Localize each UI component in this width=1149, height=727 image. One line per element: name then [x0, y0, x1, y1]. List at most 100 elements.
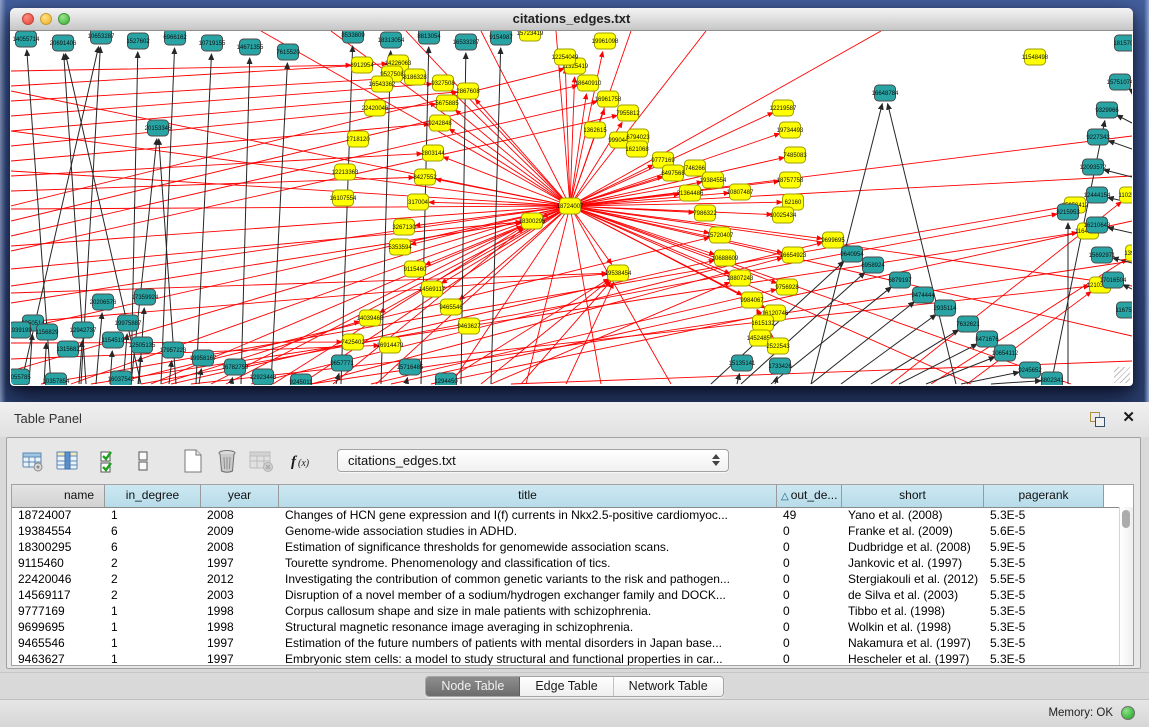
table-cell[interactable]: Hescheler et al. (1997): [842, 651, 984, 665]
table-cell[interactable]: 5.3E-5: [984, 635, 1104, 651]
table-cell[interactable]: 1997: [201, 651, 279, 665]
graph-node[interactable]: 9245652: [1018, 362, 1042, 378]
graph-node[interactable]: 8802341: [1040, 372, 1064, 385]
new-table-icon[interactable]: [179, 447, 207, 475]
table-cell[interactable]: 1: [105, 507, 201, 523]
graph-node[interactable]: 10719155: [199, 35, 226, 51]
table-settings-icon[interactable]: [19, 447, 47, 475]
graph-node[interactable]: 746266: [685, 160, 706, 176]
table-cell[interactable]: 2008: [201, 507, 279, 523]
graph-node[interactable]: 16654923: [780, 247, 807, 263]
table-cell[interactable]: 5.3E-5: [984, 603, 1104, 619]
graph-edge[interactable]: [449, 129, 570, 206]
graph-node[interactable]: 9115460: [404, 261, 428, 277]
graph-node[interactable]: 19958167: [190, 350, 217, 366]
graph-edge[interactable]: [991, 381, 1041, 384]
table-cell[interactable]: 1998: [201, 603, 279, 619]
table-cell[interactable]: Disruption of a novel member of a sodium…: [279, 587, 777, 603]
graph-node[interactable]: 16210643: [1084, 217, 1111, 233]
graph-node[interactable]: 12444154: [1084, 187, 1111, 203]
column-header-short[interactable]: short: [842, 485, 984, 507]
graph-edge[interactable]: [11, 64, 387, 86]
scrollbar-thumb[interactable]: [1122, 510, 1130, 528]
graph-node[interactable]: 14055714: [13, 31, 40, 47]
table-vertical-scrollbar[interactable]: [1119, 507, 1133, 665]
column-header-year[interactable]: year: [201, 485, 279, 507]
graph-node[interactable]: 15723419: [517, 31, 544, 41]
graph-node[interactable]: 16037542: [108, 371, 135, 385]
table-cell[interactable]: Corpus callosum shape and size in male p…: [279, 603, 777, 619]
table-cell[interactable]: 9465546: [12, 635, 105, 651]
table-cell[interactable]: 5.3E-5: [984, 619, 1104, 635]
table-cell[interactable]: 0: [777, 523, 842, 539]
graph-node[interactable]: 19538454: [605, 265, 632, 281]
graph-node[interactable]: 16533287: [453, 34, 480, 50]
graph-node[interactable]: 8912954: [350, 57, 374, 73]
graph-node[interactable]: 17359924: [132, 289, 159, 305]
delete-attribute-icon[interactable]: [213, 447, 241, 475]
table-cell[interactable]: Investigating the contribution of common…: [279, 571, 777, 587]
network-canvas[interactable]: 1872400789129541422606395275081654336281…: [11, 31, 1132, 385]
graph-edge[interactable]: [211, 226, 522, 384]
table-cell[interactable]: 1: [105, 619, 201, 635]
graph-edge[interactable]: [1117, 115, 1132, 123]
tab-network-table[interactable]: Network Table: [614, 677, 723, 696]
rows-icon[interactable]: [129, 447, 157, 475]
table-cell[interactable]: 0: [777, 619, 842, 635]
graph-node[interactable]: 20206576: [90, 294, 117, 310]
graph-node[interactable]: 1102524: [1119, 187, 1132, 203]
graph-node[interactable]: 9465546: [439, 299, 463, 315]
graph-node[interactable]: 9154987: [489, 31, 513, 45]
delete-table-icon[interactable]: [247, 447, 275, 475]
graph-node[interactable]: 1527602: [126, 33, 150, 49]
graph-node[interactable]: 2522543: [766, 338, 790, 354]
table-cell[interactable]: Embryonic stem cells: a model to study s…: [279, 651, 777, 665]
table-cell[interactable]: Yano et al. (2008): [842, 507, 984, 523]
table-cell[interactable]: 2: [105, 571, 201, 587]
graph-node[interactable]: 20691406: [50, 35, 77, 51]
table-cell[interactable]: 18724007: [12, 507, 105, 523]
column-header-name[interactable]: name: [12, 485, 105, 507]
graph-edge[interactable]: [1104, 170, 1132, 177]
column-header-out-de-[interactable]: △out_de...: [777, 485, 842, 507]
table-cell[interactable]: 0: [777, 635, 842, 651]
graph-node[interactable]: 5353594: [388, 239, 412, 255]
graph-node[interactable]: 18757758: [777, 172, 804, 188]
table-cell[interactable]: 2008: [201, 539, 279, 555]
table-row[interactable]: 2242004622012Investigating the contribut…: [12, 571, 1120, 587]
table-cell[interactable]: 0: [777, 571, 842, 587]
table-cell[interactable]: Tibbo et al. (1998): [842, 603, 984, 619]
graph-node[interactable]: 14039468: [357, 310, 384, 326]
table-cell[interactable]: 2009: [201, 523, 279, 539]
table-cell[interactable]: Jankovic et al. (1997): [842, 555, 984, 571]
table-cell[interactable]: 5.9E-5: [984, 539, 1104, 555]
table-row[interactable]: 1830029562008Estimation of significance …: [12, 539, 1120, 555]
resize-grip-icon[interactable]: [1114, 367, 1130, 383]
graph-node[interactable]: 6958924: [861, 257, 885, 273]
table-cell[interactable]: 6: [105, 539, 201, 555]
graph-node[interactable]: 1815701: [1113, 35, 1132, 51]
graph-node[interactable]: 14569117: [419, 281, 446, 297]
close-panel-icon[interactable]: ✕: [1122, 409, 1135, 427]
graph-node[interactable]: 15692971: [1089, 247, 1116, 263]
graph-node[interactable]: 9984067: [740, 292, 764, 308]
table-cell[interactable]: 22420046: [12, 571, 105, 587]
graph-node[interactable]: 10688609: [712, 250, 739, 266]
graph-node[interactable]: 8186328: [403, 69, 427, 85]
graph-edge[interactable]: [431, 315, 764, 384]
graph-edge[interactable]: [199, 369, 201, 384]
graph-edge[interactable]: [11, 206, 570, 209]
graph-node[interactable]: 2935114: [934, 300, 958, 316]
graph-node[interactable]: 20153346: [145, 120, 172, 136]
graph-edge[interactable]: [271, 63, 287, 384]
graph-node[interactable]: 2718120: [346, 131, 370, 147]
graph-node[interactable]: 7632621: [956, 316, 980, 332]
graph-node[interactable]: 18724007: [557, 198, 584, 214]
table-cell[interactable]: 1997: [201, 555, 279, 571]
graph-node[interactable]: 8813054: [417, 31, 441, 44]
table-cell[interactable]: Estimation of significance thresholds fo…: [279, 539, 777, 555]
table-cell[interactable]: 5.5E-5: [984, 571, 1104, 587]
graph-node[interactable]: 1615132: [751, 315, 775, 331]
graph-node[interactable]: 19734493: [777, 122, 804, 138]
table-row[interactable]: 969969511998Structural magnetic resonanc…: [12, 619, 1120, 635]
